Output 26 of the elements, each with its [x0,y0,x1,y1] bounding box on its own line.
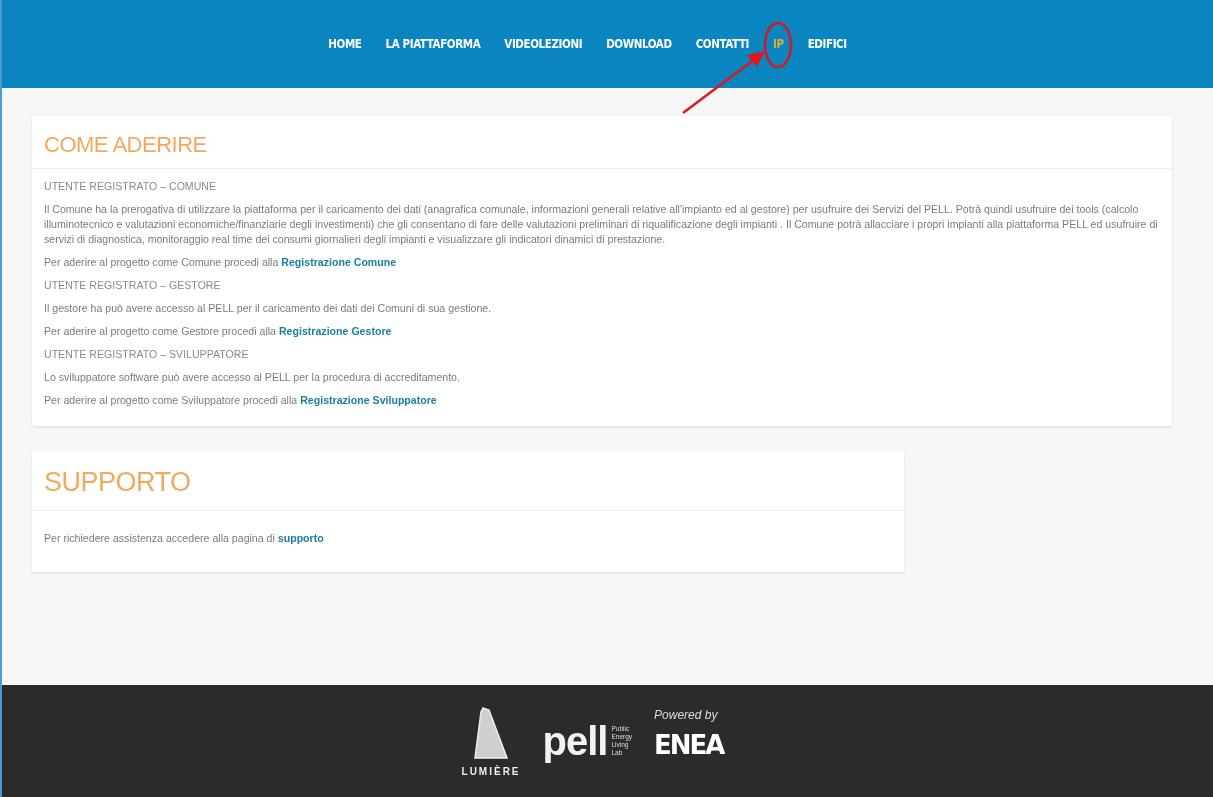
registration-link[interactable]: Registrazione Comune [281,256,397,268]
paragraph: Lo sviluppatore software può avere accesso al PELL per la procedura di accreditamento. [44,370,461,385]
nav-link[interactable]: VIDEOLEZIONI [504,37,583,51]
paragraph: Per richiedere assistenza accedere alla pagina di supporto [44,531,325,546]
card-title: COME ADERIRE [32,116,1172,169]
section-heading: UTENTE REGISTRATO – COMUNE [44,179,218,194]
logo-text: ENEA [654,730,724,760]
paragraph: Per aderire al progetto come Sviluppatore procedi alla Registrazione Sviluppatore [44,393,438,408]
section-heading: UTENTE REGISTRATO – SVILUPPATORE [44,347,250,362]
nav-link[interactable]: EDIFICI [807,37,847,51]
nav-link[interactable]: CONTATTI [695,37,749,51]
paragraph: Per aderire al progetto come Gestore procedi alla Registrazione Gestore [44,324,393,339]
nav-link[interactable]: DOWNLOAD [606,37,672,51]
section-heading: UTENTE REGISTRATO – GESTORE [44,278,222,293]
powered-by-text: Powered by [654,708,718,722]
paragraph: Il Comune ha la prerogativa di utilizzare la piattaforma per il caricamento dei dati (anagrafica comunale, informazioni generali relative all'impianto ed al gestore) per usufruire dei Servizi del PELL. Potrà quindi usufruire dei tools (calcolo illuminotecnico e valutazioni economiche/finanziarie degli investimenti) che gli consentano di fare delle valutazioni preliminari di riqualificazione degli impianti . Il Comune potrà allacciare i propri impianti alla piattaforma PELL ed usufruire di servizi di diagnostica, monitoraggio real time dei consumi giornalieri degli impianti e visualizzare gli indicatori dinamici di prestazione. [44,202,1158,247]
logo-text: pell [542,721,608,761]
logo-text: LUMIÈRE [461,765,521,777]
registration-link[interactable]: Registrazione Gestore [278,325,392,337]
paragraph: Per aderire al progetto come Comune procedi alla Registrazione Comune [44,255,398,270]
card-title: SUPPORTO [32,451,904,511]
paragraph: Il gestore ha può avere accesso al PELL per il caricamento dei dati dei Comuni di sua gestione. [44,301,493,316]
nav-link[interactable]: LA PIATTAFORMA [385,37,481,51]
registration-link[interactable]: Registrazione Sviluppatore [300,394,437,406]
nav-link[interactable]: HOME [328,37,362,51]
registration-link[interactable]: supporto [277,532,324,544]
